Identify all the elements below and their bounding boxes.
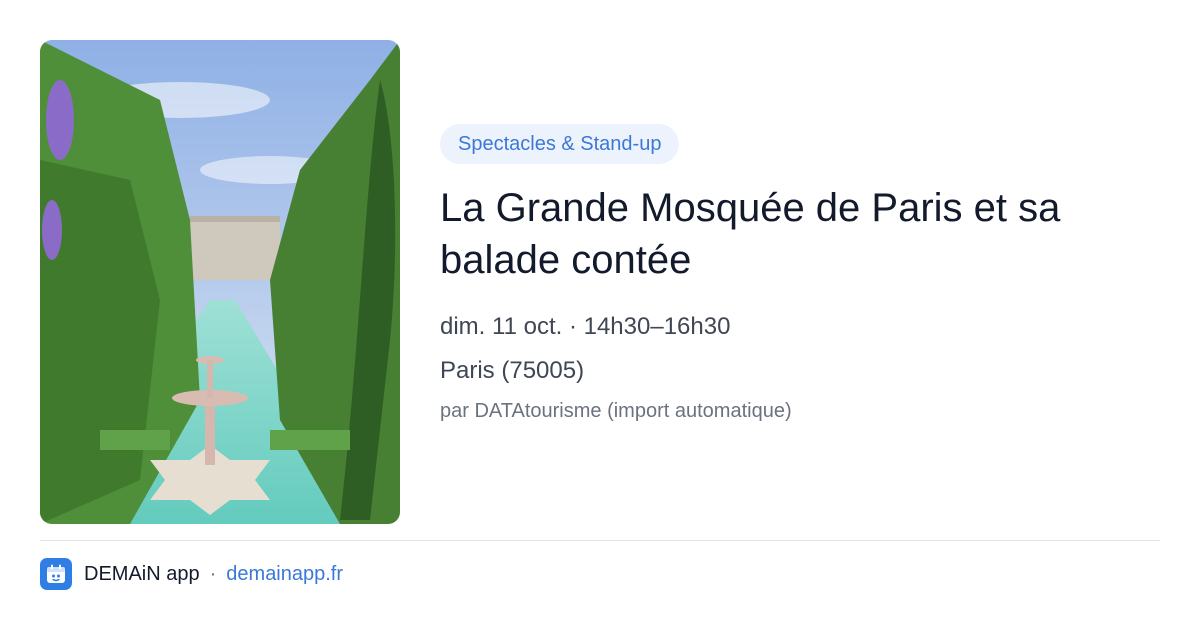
- demain-app-icon[interactable]: [40, 558, 72, 590]
- event-photo[interactable]: [40, 40, 400, 524]
- event-location: Paris (75005): [440, 357, 585, 384]
- event-title[interactable]: La Grande Mosquée de Paris et sa balade …: [440, 182, 1140, 286]
- app-website-link[interactable]: demainapp.fr: [226, 563, 343, 586]
- footer-divider: [40, 540, 1160, 541]
- event-details: Spectacles & Stand-up La Grande Mosquée …: [440, 124, 1160, 424]
- footer-separator: ·: [209, 562, 217, 585]
- event-source: par DATAtourisme (import automatique): [440, 400, 792, 422]
- footer: DEMAiN app · demainapp.fr: [40, 557, 343, 591]
- app-name[interactable]: DEMAiN app: [84, 563, 200, 586]
- event-datetime: dim. 11 oct. · 14h30–16h30: [440, 313, 731, 340]
- category-badge[interactable]: Spectacles & Stand-up: [440, 124, 680, 164]
